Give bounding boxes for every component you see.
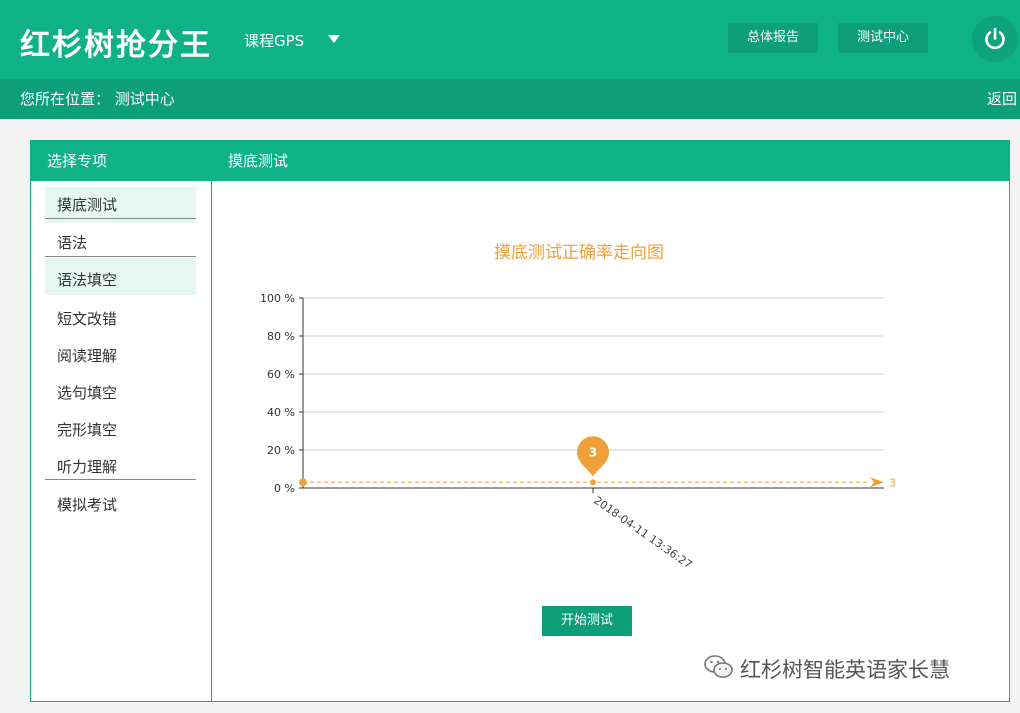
course-selector-label[interactable]: 课程GPS — [244, 30, 304, 51]
main-title: 摸底测试 — [212, 141, 1009, 181]
breadcrumb-bar: 您所在位置： 测试中心 返回 — [0, 79, 1020, 119]
y-tick-label: 60 % — [267, 368, 295, 381]
start-test-button[interactable]: 开始测试 — [542, 606, 632, 636]
data-point-label: 3 — [589, 445, 597, 459]
sidebar-item-reading[interactable]: 阅读理解 — [45, 338, 196, 374]
sidebar-item-cloze[interactable]: 完形填空 — [45, 412, 196, 448]
menu-divider — [45, 479, 196, 480]
sidebar-item-error-correction[interactable]: 短文改错 — [45, 301, 196, 337]
menu-divider — [45, 256, 196, 257]
top-bar: 红杉树抢分王 课程GPS 总体报告 测试中心 — [0, 0, 1020, 79]
y-tick-label: 0 % — [274, 482, 295, 495]
y-tick-label: 80 % — [267, 330, 295, 343]
chart-title: 摸底测试正确率走向图 — [494, 243, 664, 263]
accuracy-trend-chart: 摸底测试正确率走向图 0 % 20 % 40 % 60 % 80 % 100 % 3 3 201… — [260, 243, 896, 572]
y-tick-label: 20 % — [267, 444, 295, 457]
breadcrumb: 您所在位置： 测试中心 — [20, 90, 175, 108]
y-tick-label: 40 % — [267, 406, 295, 419]
test-center-button[interactable]: 测试中心 — [838, 23, 928, 53]
column-divider — [211, 141, 212, 701]
y-tick-label: 100 % — [260, 292, 295, 305]
power-button[interactable] — [972, 16, 1018, 62]
power-icon — [985, 27, 1005, 50]
menu-divider — [45, 218, 196, 219]
chevron-down-icon[interactable] — [328, 35, 340, 43]
sidebar-item-sentence-fill[interactable]: 选句填空 — [45, 375, 196, 411]
watermark-text: 红杉树智能英语家长慧 — [740, 658, 950, 682]
series-start-point — [299, 478, 307, 487]
series-line-arrow — [870, 477, 884, 488]
back-link[interactable]: 返回 — [987, 79, 1017, 119]
overall-report-button[interactable]: 总体报告 — [728, 23, 818, 53]
sidebar-item-mock-exam[interactable]: 模拟考试 — [45, 487, 196, 523]
app-logo: 红杉树抢分王 — [20, 28, 212, 63]
sidebar-title: 选择专项 — [31, 141, 211, 181]
wechat-icon — [704, 655, 733, 678]
data-point — [590, 479, 596, 486]
sidebar-item-grammar-fill[interactable]: 语法填空 — [45, 258, 196, 295]
x-tick-label: 2018-04-11 13:36:27 — [591, 494, 694, 572]
series-line-end-label: 3 — [889, 476, 896, 489]
